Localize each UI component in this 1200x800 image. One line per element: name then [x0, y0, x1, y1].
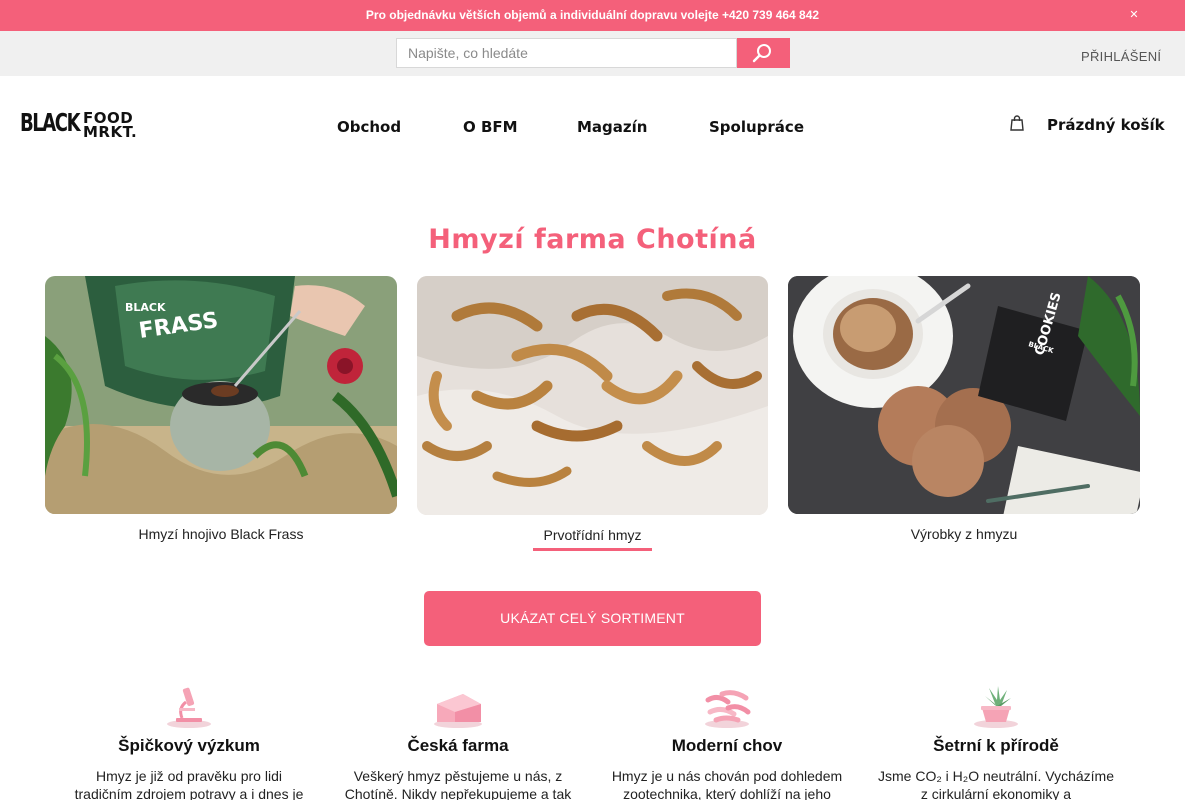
microscope-icon [167, 687, 211, 728]
shopping-bag-icon[interactable] [1010, 115, 1024, 131]
site-logo[interactable]: BLACK FOOD MRKT. [20, 108, 145, 140]
search-input[interactable] [396, 38, 737, 68]
category-image-black-frass: BLACK FRASS [45, 276, 397, 514]
show-all-products-button[interactable]: UKÁZAT CELÝ SORTIMENT [424, 591, 761, 646]
farm-house-icon [434, 694, 482, 728]
larvae-icon [705, 690, 751, 728]
category-label: Výrobky z hmyzu [910, 526, 1018, 542]
feature-title: Moderní chov [671, 736, 783, 755]
feature-text: Jsme CO₂ i H₂O neutrální. Vycházíme z ci… [878, 768, 1114, 800]
frass-brand-text: BLACK [125, 301, 166, 314]
plant-pot-icon [974, 686, 1018, 728]
page-title: Hmyzí farma Chotíná [428, 224, 757, 255]
category-label: Prvotřídní hmyz [543, 527, 642, 543]
nav-item-o-bfm[interactable]: O BFM [463, 118, 518, 136]
active-underline [533, 548, 652, 551]
category-card-black-frass[interactable]: BLACK FRASS Hmyzí hnojivo Black Frass [45, 276, 397, 542]
category-image-insects [417, 276, 768, 515]
announcement-text: Pro objednávku větších objemů a individu… [365, 8, 820, 22]
logo-black: BLACK [20, 108, 81, 137]
category-label: Hmyzí hnojivo Black Frass [138, 526, 304, 542]
category-card-products[interactable]: BLACK COOKIES Výrobky z hmyzu [788, 276, 1140, 542]
feature-text: Hmyz je u nás chován pod dohledem zootec… [611, 768, 843, 800]
feature-title: Česká farma [407, 736, 509, 755]
search-bar-row: PŘIHLÁŠENÍ [0, 31, 1185, 76]
feature-text: Veškerý hmyz pěstujeme u nás, z Chotíně.… [344, 768, 572, 800]
feature-text: Hmyz je již od pravěku pro lidi tradiční… [74, 768, 304, 800]
search-icon [752, 44, 771, 63]
cart-label[interactable]: Prázdný košík [1047, 116, 1165, 134]
feature-title: Šetrní k přírodě [933, 736, 1059, 755]
nav-item-magazin[interactable]: Magazín [577, 118, 647, 136]
category-image-products: BLACK COOKIES [788, 276, 1140, 514]
close-icon[interactable]: ✕ [1128, 8, 1140, 21]
nav-item-obchod[interactable]: Obchod [337, 118, 401, 136]
nav-item-spoluprace[interactable]: Spolupráce [709, 118, 804, 136]
logo-mrkt: MRKT. [83, 123, 138, 141]
announcement-bar: Pro objednávku větších objemů a individu… [0, 0, 1185, 31]
login-link[interactable]: PŘIHLÁŠENÍ [1081, 49, 1161, 64]
category-card-insects[interactable]: Prvotřídní hmyz [417, 276, 768, 551]
feature-title: Špičkový výzkum [118, 736, 260, 755]
search-button[interactable] [737, 38, 790, 68]
